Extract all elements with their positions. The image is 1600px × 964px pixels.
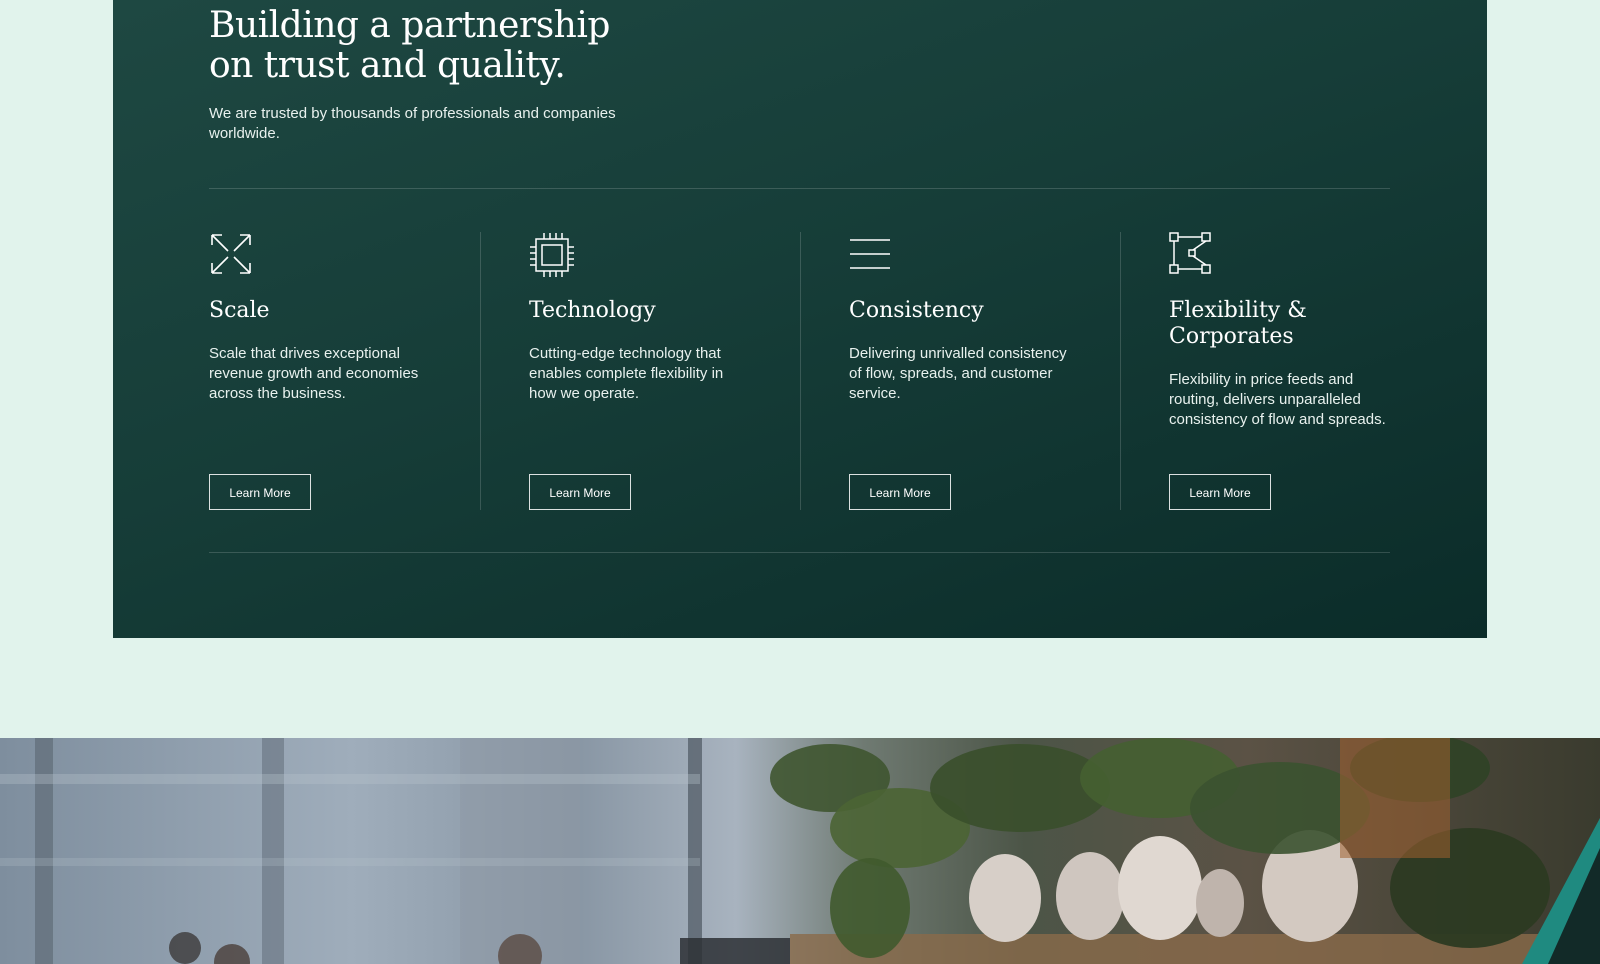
feature-description: Delivering unrivalled consistency of flo… xyxy=(849,345,1067,402)
feature-flexibility: Flexibility & Corporates Flexibility in … xyxy=(1169,232,1409,510)
partnership-panel: Building a partnership on trust and quali… xyxy=(113,0,1487,638)
vector-path-icon xyxy=(1169,232,1213,276)
feature-description: Scale that drives exceptional revenue gr… xyxy=(209,345,419,402)
learn-more-technology-button[interactable]: Learn More xyxy=(529,474,631,510)
column-divider xyxy=(800,232,801,510)
feature-title: Scale xyxy=(209,298,270,323)
feature-scale: Scale Scale that drives exceptional reve… xyxy=(209,232,449,510)
top-divider xyxy=(209,188,1390,189)
bottom-divider xyxy=(209,552,1390,553)
learn-more-consistency-button[interactable]: Learn More xyxy=(849,474,951,510)
chip-icon xyxy=(529,232,574,277)
feature-description: Cutting-edge technology that enables com… xyxy=(529,345,724,402)
lines-icon xyxy=(849,232,893,276)
feature-description: Flexibility in price feeds and routing, … xyxy=(1169,371,1386,428)
heading-line-1: Building a partnership xyxy=(209,5,610,46)
learn-more-flexibility-button[interactable]: Learn More xyxy=(1169,474,1271,510)
column-divider xyxy=(480,232,481,510)
section-subtext: We are trusted by thousands of professio… xyxy=(209,105,616,142)
office-photo xyxy=(0,738,1600,964)
feature-title: Consistency xyxy=(849,298,984,323)
feature-technology: Technology Cutting-edge technology that … xyxy=(529,232,769,510)
feature-consistency: Consistency Delivering unrivalled consis… xyxy=(849,232,1089,510)
heading-line-2: on trust and quality. xyxy=(209,45,566,86)
section-heading: Building a partnership on trust and quali… xyxy=(209,6,769,86)
column-divider xyxy=(1120,232,1121,510)
expand-arrows-icon xyxy=(209,232,253,276)
feature-title: Flexibility & Corporates xyxy=(1169,298,1307,349)
feature-title: Technology xyxy=(529,298,656,323)
learn-more-scale-button[interactable]: Learn More xyxy=(209,474,311,510)
